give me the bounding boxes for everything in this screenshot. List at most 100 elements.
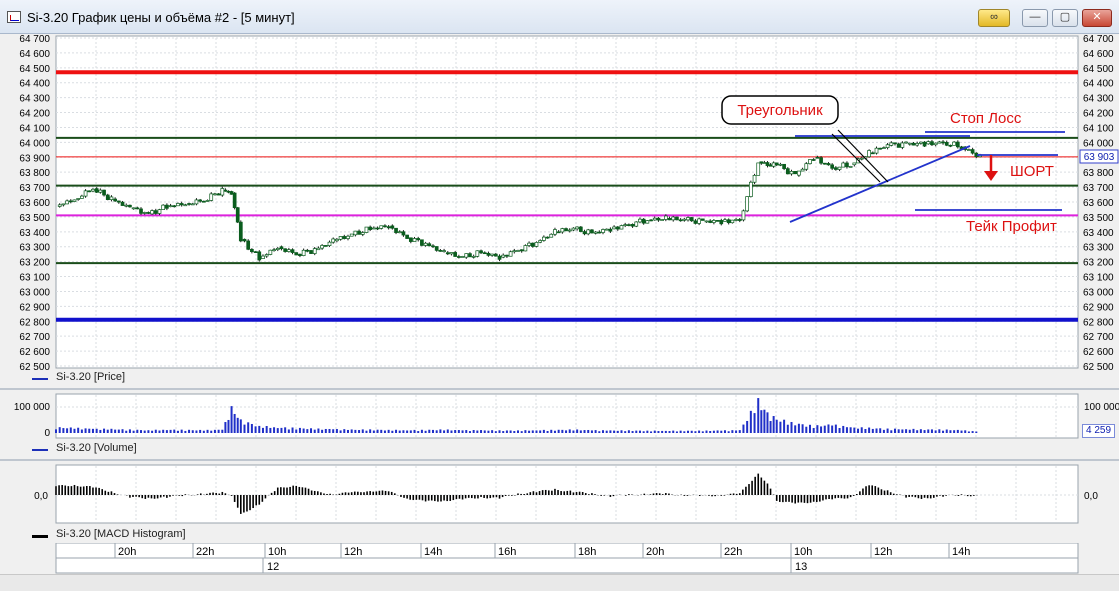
horizontal-scrollbar[interactable] [0, 574, 1119, 591]
candle-body [623, 224, 628, 226]
candle-body [457, 256, 461, 258]
candle-body [549, 233, 554, 238]
minimize-button[interactable]: — [1022, 9, 1048, 27]
candle-body [519, 249, 524, 252]
candle-body [420, 239, 424, 246]
candle-body [408, 237, 413, 242]
volume-bar [971, 431, 974, 433]
candle-body [885, 144, 890, 148]
volume-bar [779, 421, 782, 433]
candle-body [560, 228, 565, 233]
volume-bar [797, 423, 800, 433]
volume-bar [723, 430, 726, 433]
panel-separator[interactable] [0, 459, 1119, 461]
volume-bar [276, 428, 279, 433]
price-tick-label: 63 100 [19, 273, 50, 284]
candle-body [161, 204, 166, 210]
volume-bar [953, 430, 956, 433]
price-chart-panel[interactable]: 64 700 64 600 64 500 64 400 64 300 64 200 64 1… [0, 34, 1119, 370]
candle-body [578, 226, 583, 232]
volume-bar [188, 429, 191, 433]
close-button[interactable]: ✕ [1082, 9, 1112, 27]
candle-body [416, 238, 421, 241]
volume-bar [698, 430, 701, 433]
candle-body [146, 212, 151, 214]
candle-body [904, 141, 908, 144]
volume-bar [258, 425, 261, 433]
candle-body [113, 198, 117, 202]
macd-chart-panel[interactable]: 0,0 0,0 [0, 463, 1119, 525]
candle-body [619, 225, 624, 230]
volume-bar [716, 430, 719, 433]
candle-body [900, 142, 905, 148]
link-button[interactable]: ∞ [978, 9, 1010, 27]
volume-bar [975, 431, 978, 433]
volume-bar [494, 431, 497, 433]
volume-bar [184, 430, 187, 433]
volume-bar [602, 430, 605, 433]
candle-body [128, 204, 132, 208]
volume-bar [95, 428, 98, 433]
volume-bar [930, 429, 933, 433]
volume-bar [882, 429, 885, 433]
volume-bar [687, 430, 690, 433]
candle-body [109, 196, 114, 200]
candle-body [386, 226, 391, 229]
candle-body [771, 162, 776, 167]
volume-bar [842, 425, 845, 433]
price-tick-label: 63 000 [19, 287, 50, 298]
price-tick-label: 63 400 [19, 228, 50, 239]
price-tick-label: 64 200 [1083, 109, 1114, 120]
candle-body [116, 200, 121, 203]
candle-body [933, 142, 938, 146]
candle-body [242, 238, 247, 242]
candle-body [368, 226, 373, 230]
volume-bar [871, 428, 874, 433]
price-tick-label: 63 200 [19, 258, 50, 269]
candle-body [286, 249, 291, 252]
candle-body [394, 227, 398, 233]
volume-bar [354, 429, 357, 433]
volume-bar [875, 428, 878, 433]
volume-bar [627, 430, 630, 433]
volume-bar [136, 429, 139, 433]
short-label: ШОРТ [1010, 163, 1054, 180]
volume-bar [117, 429, 120, 433]
price-tick-label: 63 400 [1083, 228, 1114, 239]
candle-body [804, 163, 809, 170]
candle-body [667, 218, 672, 221]
candle-body [545, 236, 550, 239]
volume-bar [450, 430, 453, 433]
volume-bar [291, 427, 294, 433]
chart-window-icon [7, 11, 21, 23]
volume-bar [557, 429, 560, 433]
volume-bar [742, 424, 745, 433]
candle-body [523, 245, 528, 252]
volume-bar [346, 429, 349, 433]
panel-separator[interactable] [0, 388, 1119, 390]
time-hour-label: 22h [196, 546, 214, 558]
current-price-label: 63 903 [1084, 152, 1115, 163]
candle-body [305, 249, 310, 252]
volume-bar [66, 428, 69, 433]
volume-chart-panel[interactable]: 100 000 0 100 000 [0, 392, 1119, 440]
title-bar[interactable]: Si-3.20 График цены и объёма #2 - [5 мин… [0, 0, 1119, 34]
volume-bar [365, 430, 368, 433]
maximize-button[interactable]: ▢ [1052, 9, 1078, 27]
price-tick-label: 64 600 [1083, 49, 1114, 60]
volume-bar [446, 429, 449, 433]
volume-bar [816, 425, 819, 433]
volume-bar [269, 427, 272, 433]
candle-body [534, 242, 539, 247]
candle-body [372, 227, 376, 230]
volume-bar [472, 429, 475, 433]
candle-body [590, 229, 594, 234]
volume-bar [763, 409, 766, 433]
volume-bar [690, 430, 693, 433]
volume-bar [916, 430, 919, 433]
volume-bar [147, 430, 150, 433]
volume-bar [546, 430, 549, 433]
candle-body [601, 229, 605, 233]
volume-bar [609, 430, 612, 433]
candle-body [907, 142, 912, 145]
